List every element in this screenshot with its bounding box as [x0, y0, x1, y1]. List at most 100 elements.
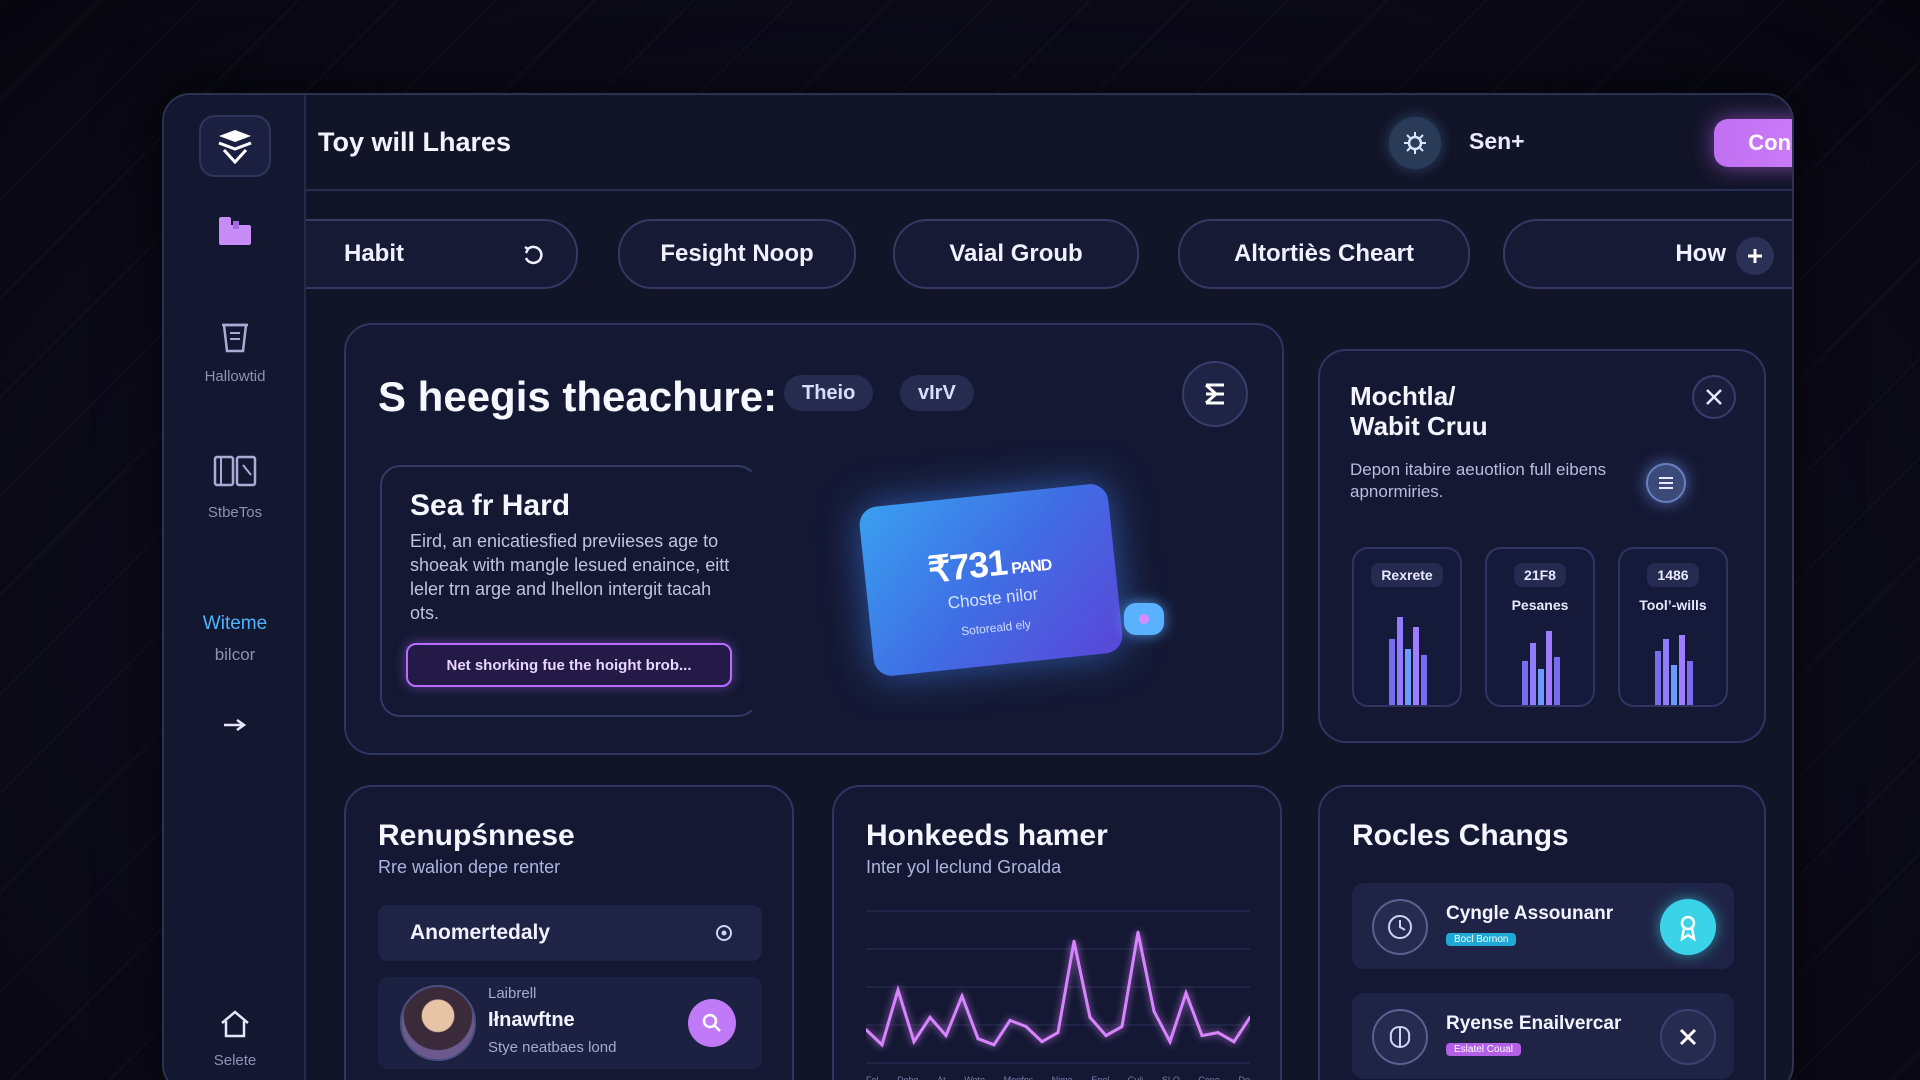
- tab-fesight-noop[interactable]: Fesight Noop: [618, 219, 856, 289]
- tab-vaial-groub[interactable]: Vaial Groub: [893, 219, 1139, 289]
- chart-point: [1216, 1031, 1220, 1035]
- x-tick-label: Enol: [1091, 1075, 1110, 1080]
- x-tick-label: Nime: [1051, 1075, 1073, 1080]
- sidebar-item-stbetos[interactable]: StbeTos: [164, 453, 306, 521]
- add-tab-button[interactable]: [1736, 237, 1774, 275]
- mini-stat-caption: Tool’-wills: [1639, 597, 1707, 613]
- mini-stat-card[interactable]: 21F8 Pesanes: [1485, 547, 1595, 707]
- chart-point: [1040, 1040, 1044, 1044]
- filter-pill[interactable]: Theio: [784, 375, 874, 411]
- sum-button[interactable]: [1182, 361, 1248, 427]
- refresh-icon[interactable]: [522, 245, 544, 267]
- mini-bar-chart: [1522, 631, 1560, 705]
- list-item[interactable]: Ryense Enailvercar Eslatel Coual: [1352, 993, 1734, 1079]
- balance-value: ₹731: [925, 541, 1009, 591]
- mini-stat-badge: 21F8: [1514, 563, 1566, 587]
- mini-stat-card[interactable]: 1486 Tool’-wills: [1618, 547, 1728, 707]
- feature-title: Sea fr Hard: [410, 489, 571, 522]
- sidebar: Hallowtid StbeTos Witeme bilcor Selete: [164, 95, 306, 1080]
- card-subtitle: Inter yol leclund Groalda: [866, 857, 1062, 877]
- x-tick-label: Moofos: [1003, 1075, 1034, 1080]
- folder-icon: [219, 217, 251, 245]
- panel-description: Depon itabire aeuotlion full eibens apno…: [1350, 460, 1607, 501]
- chat-dots-icon: [1139, 614, 1149, 624]
- x-tick-label: Culi: [1127, 1075, 1144, 1080]
- plus-icon: [1748, 249, 1762, 263]
- card-subtitle: Rre walion depe renter: [378, 857, 561, 877]
- app-window: Hallowtid StbeTos Witeme bilcor Selete T…: [162, 93, 1794, 1080]
- chart-point: [944, 1034, 948, 1038]
- x-axis-labels: Fol Dobe At Wote Moofos Nime Enol Culi SLO Cone Do: [866, 1075, 1250, 1080]
- search-button[interactable]: [688, 999, 736, 1047]
- primary-cta-button[interactable]: Concerurad: [1714, 119, 1792, 167]
- tab-how[interactable]: How: [1503, 219, 1792, 289]
- filter-pill[interactable]: vIrV: [900, 375, 974, 411]
- chart-point: [1008, 1018, 1012, 1022]
- x-tick-label: Fol: [866, 1075, 879, 1080]
- chart-card: Honkeeds hamer Inter yol leclund Groalda…: [832, 785, 1282, 1080]
- clock-icon: [1372, 899, 1428, 955]
- balance-card[interactable]: ₹731 PAND Choste nilor Sotoreald ely: [857, 482, 1125, 678]
- mini-stat-caption: Pesanes: [1511, 597, 1569, 613]
- chart-grid: [866, 910, 1250, 1064]
- secondary-action[interactable]: Sen+: [1469, 128, 1525, 155]
- line-chart[interactable]: [866, 905, 1250, 1073]
- x-tick-label: SLO: [1161, 1075, 1180, 1080]
- list-item-name: Ryense Enailvercar: [1446, 1013, 1622, 1034]
- brain-glyph-icon: [1389, 1025, 1411, 1049]
- feature-body: Eird, an enicatiesfied previieses age to…: [410, 531, 730, 623]
- chart-point: [896, 988, 900, 992]
- list-options-button[interactable]: [1646, 463, 1686, 503]
- x-tick-label: Cone: [1198, 1075, 1220, 1080]
- chart-point: [880, 1043, 884, 1047]
- chat-bubble-icon[interactable]: [1124, 603, 1164, 635]
- remove-button[interactable]: [1660, 1009, 1716, 1065]
- category-dropdown[interactable]: Anomertedaly: [378, 905, 762, 961]
- chart-point: [976, 1037, 980, 1041]
- sidebar-item-home-folder[interactable]: [164, 213, 306, 254]
- sidebar-item-label: StbeTos: [207, 504, 263, 521]
- search-icon: [702, 1013, 721, 1032]
- sidebar-item-label: Witeme: [202, 613, 268, 634]
- sidebar-item-label: Hallowtid: [204, 368, 266, 385]
- avatar: [400, 985, 476, 1061]
- award-icon: [1680, 915, 1696, 941]
- sidebar-item-selete[interactable]: Selete: [164, 1009, 306, 1069]
- card-title: Renupśnnese: [378, 819, 575, 852]
- dropdown-label: Anomertedaly: [410, 921, 551, 944]
- habit-panel: Mochtla/ Wabit Cruu Depon itabire aeuotl…: [1318, 349, 1766, 743]
- clock-glyph-icon: [1388, 915, 1412, 939]
- mini-stat-card[interactable]: Rexrete: [1352, 547, 1462, 707]
- panel-title: Mochtla/ Wabit Cruu: [1350, 381, 1488, 441]
- person-meta: Laibrell: [488, 985, 537, 1002]
- app-logo[interactable]: [199, 115, 271, 177]
- chart-point: [1232, 1040, 1236, 1044]
- tab-label: Fesight Noop: [660, 240, 814, 267]
- sidebar-item-sublabel: bilcor: [214, 645, 256, 664]
- list-item[interactable]: Cyngle Assounanr Bocl Bornon: [1352, 883, 1734, 969]
- chart-point: [960, 994, 964, 998]
- sidebar-item-witeme[interactable]: Witeme bilcor: [164, 613, 306, 665]
- award-button[interactable]: [1660, 899, 1716, 955]
- brain-icon: [1372, 1009, 1428, 1065]
- hero-card: S heegis theachure: Theio vIrV Sea fr Ha…: [344, 323, 1284, 755]
- tab-habit[interactable]: Habit: [306, 219, 578, 289]
- chart-point: [1120, 1025, 1124, 1028]
- feature-action-button[interactable]: Net shorking fue the hoight brob...: [406, 643, 732, 687]
- chart-point: [1152, 1009, 1156, 1013]
- chart-point: [1104, 1034, 1108, 1038]
- chart-point: [1024, 1025, 1028, 1028]
- notifications-button[interactable]: [1389, 117, 1441, 169]
- status-badge: Bocl Bornon: [1446, 933, 1517, 946]
- mini-bar-chart: [1389, 617, 1427, 705]
- sigma-icon: [1204, 383, 1224, 405]
- close-icon: [1679, 1028, 1697, 1046]
- home-icon: [221, 1010, 249, 1038]
- close-button[interactable]: [1692, 375, 1736, 419]
- responses-card: Renupśnnese Rre walion depe renter Anome…: [344, 785, 794, 1080]
- sidebar-item-export[interactable]: [164, 717, 306, 738]
- person-row[interactable]: Laibrell Iłnawftne Stye neatbaes lond: [378, 977, 762, 1069]
- chart-point: [1088, 1015, 1092, 1019]
- tab-altorties-cheart[interactable]: Altortiès Cheart: [1178, 219, 1470, 289]
- sidebar-item-hallowtid[interactable]: Hallowtid: [164, 317, 306, 385]
